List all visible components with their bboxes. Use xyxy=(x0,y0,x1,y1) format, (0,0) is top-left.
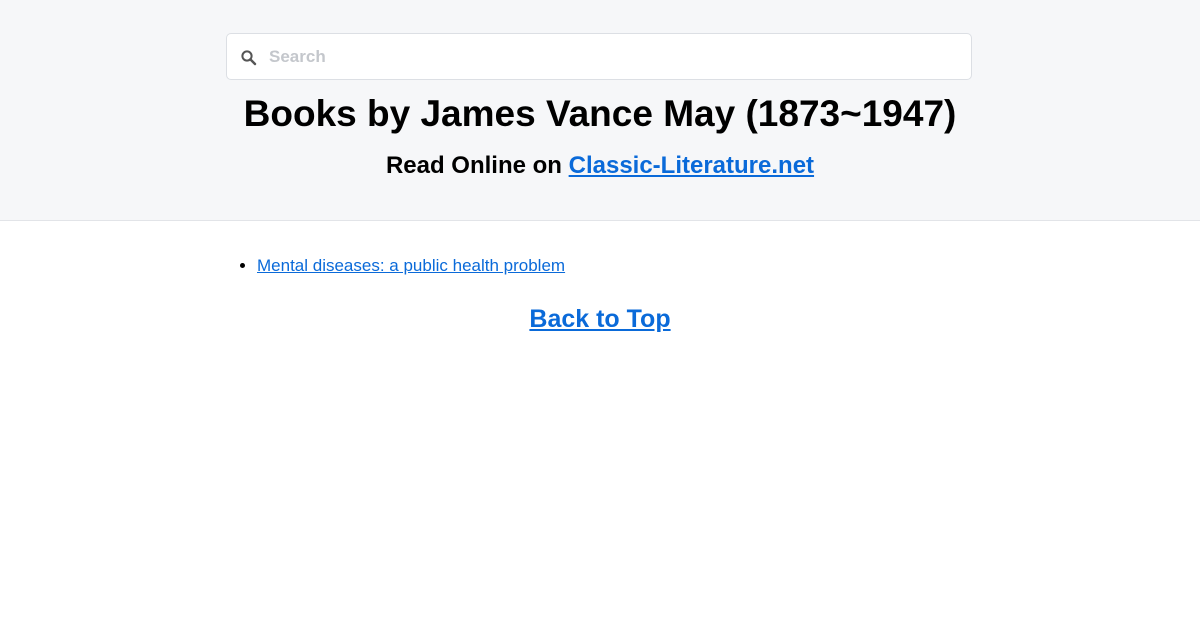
subtitle-prefix: Read Online on xyxy=(385,152,562,179)
page-title: Books by James Vance May (1873~1947) xyxy=(243,93,957,134)
book-list: Mental diseases: a public health problem xyxy=(257,254,565,278)
list-item: Mental diseases: a public health problem xyxy=(257,254,565,278)
site-link[interactable]: Classic-Literature.net xyxy=(569,152,814,179)
search-input[interactable] xyxy=(269,34,959,79)
back-to-top-container: Back to Top xyxy=(0,303,1200,335)
subtitle: Read Online on Classic-Literature.net xyxy=(0,150,1200,182)
book-link[interactable]: Mental diseases: a public health problem xyxy=(257,256,565,275)
page-header: Books by James Vance May (1873~1947) Rea… xyxy=(0,0,1200,221)
search-box[interactable] xyxy=(226,33,972,80)
search-icon xyxy=(240,49,258,67)
back-to-top-link[interactable]: Back to Top xyxy=(529,305,670,333)
